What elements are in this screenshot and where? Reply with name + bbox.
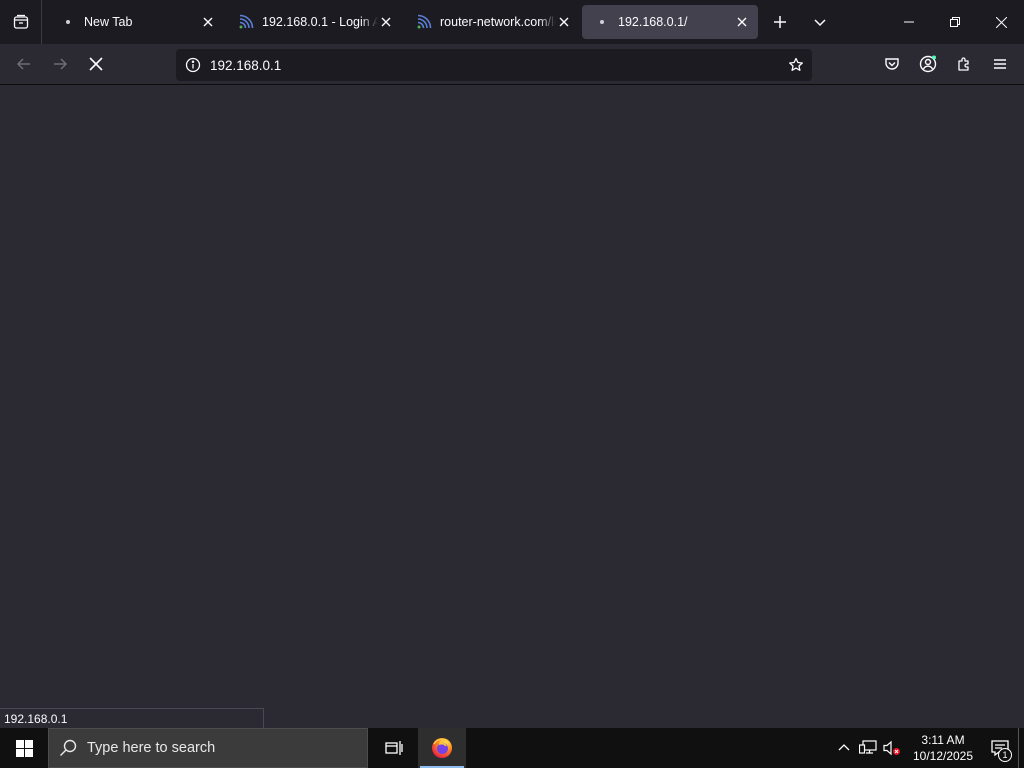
close-tab-button[interactable] — [200, 14, 216, 30]
chevron-down-icon — [814, 19, 826, 27]
app-menu-button[interactable] — [982, 48, 1018, 80]
puzzle-icon — [958, 57, 969, 71]
firefox-view-button[interactable] — [0, 0, 42, 44]
url-bar[interactable]: 192.168.0.1 — [176, 49, 812, 81]
tab-login-admin[interactable]: 192.168.0.1 - Login Admin — [226, 5, 402, 39]
close-tab-button[interactable] — [734, 14, 750, 30]
extensions-button[interactable] — [946, 48, 982, 80]
close-icon — [381, 17, 391, 27]
site-info-button[interactable] — [178, 49, 208, 81]
firefox-view-icon — [13, 14, 28, 29]
account-icon — [919, 55, 937, 73]
show-hidden-icons-button[interactable] — [832, 728, 856, 768]
volume-muted-icon — [883, 740, 900, 756]
close-icon — [737, 17, 747, 27]
minimize-icon — [904, 21, 914, 23]
system-tray: 3:11 AM 10/12/2025 1 — [832, 728, 1024, 768]
account-button[interactable] — [910, 48, 946, 80]
pocket-button[interactable] — [874, 48, 910, 80]
info-icon — [185, 57, 201, 73]
network-icon — [859, 740, 877, 754]
clock-date: 10/12/2025 — [912, 749, 974, 763]
restore-button[interactable] — [932, 0, 978, 44]
tab-label: 192.168.0.1/ — [618, 15, 688, 29]
search-placeholder: Type here to search — [87, 740, 216, 756]
arrow-right-icon — [54, 58, 68, 70]
url-input[interactable]: 192.168.0.1 — [210, 58, 780, 73]
bookmark-button[interactable] — [780, 49, 812, 81]
tab-label: router-network.com/login — [440, 15, 556, 29]
close-tab-button[interactable] — [556, 14, 572, 30]
back-button[interactable] — [6, 48, 42, 80]
page-content — [0, 86, 1024, 728]
task-view-icon — [385, 741, 403, 755]
clock[interactable]: 3:11 AM 10/12/2025 — [908, 728, 978, 768]
stop-icon — [89, 57, 103, 71]
window-controls — [886, 0, 1024, 44]
list-all-tabs-button[interactable] — [800, 0, 840, 44]
pocket-icon — [885, 58, 899, 70]
minimize-button[interactable] — [886, 0, 932, 44]
close-icon — [995, 16, 1007, 28]
tab-label: New Tab — [84, 15, 133, 29]
close-icon — [559, 17, 569, 27]
volume-button[interactable] — [880, 728, 904, 768]
taskbar: Type here to search 3:11 AM 10/12/2025 1 — [0, 728, 1024, 768]
navigation-toolbar: 192.168.0.1 — [0, 44, 1024, 85]
search-icon — [60, 739, 77, 756]
taskbar-search-box[interactable]: Type here to search — [48, 728, 368, 768]
start-button[interactable] — [0, 728, 48, 768]
tab-router-network[interactable]: router-network.com/login — [404, 5, 580, 39]
restore-icon — [950, 17, 960, 27]
new-tab-button[interactable] — [760, 0, 800, 44]
close-window-button[interactable] — [978, 0, 1024, 44]
firefox-taskbar-button[interactable] — [418, 728, 466, 768]
toolbar-actions — [874, 48, 1018, 80]
dot-icon — [60, 14, 76, 30]
plus-icon — [774, 16, 786, 28]
hamburger-menu-icon — [994, 59, 1006, 69]
close-tab-button[interactable] — [378, 14, 394, 30]
close-icon — [203, 17, 213, 27]
forward-button[interactable] — [42, 48, 78, 80]
tab-new-tab[interactable]: New Tab — [48, 5, 224, 39]
arrow-left-icon — [16, 58, 30, 70]
stop-loading-button[interactable] — [78, 48, 114, 80]
tab-192-168-0-1[interactable]: 192.168.0.1/ — [582, 5, 758, 39]
clock-time: 3:11 AM — [921, 733, 965, 747]
show-desktop-button[interactable] — [1018, 728, 1024, 768]
task-view-button[interactable] — [370, 728, 418, 768]
status-panel: 192.168.0.1 — [0, 708, 264, 728]
dot-icon — [594, 14, 610, 30]
network-button[interactable] — [856, 728, 880, 768]
wifi-icon — [416, 14, 432, 30]
star-icon — [789, 57, 803, 71]
wifi-icon — [238, 14, 254, 30]
screen: New Tab 192.168.0.1 - Login Admin — [0, 0, 1024, 768]
windows-logo-icon — [15, 739, 33, 757]
firefox-icon — [432, 738, 452, 758]
tab-label: 192.168.0.1 - Login Admin — [262, 15, 378, 29]
notification-count-badge: 1 — [998, 748, 1012, 762]
action-center-button[interactable]: 1 — [982, 728, 1018, 768]
tab-strip: New Tab 192.168.0.1 - Login Admin — [0, 0, 1024, 44]
chevron-up-icon — [838, 744, 850, 751]
